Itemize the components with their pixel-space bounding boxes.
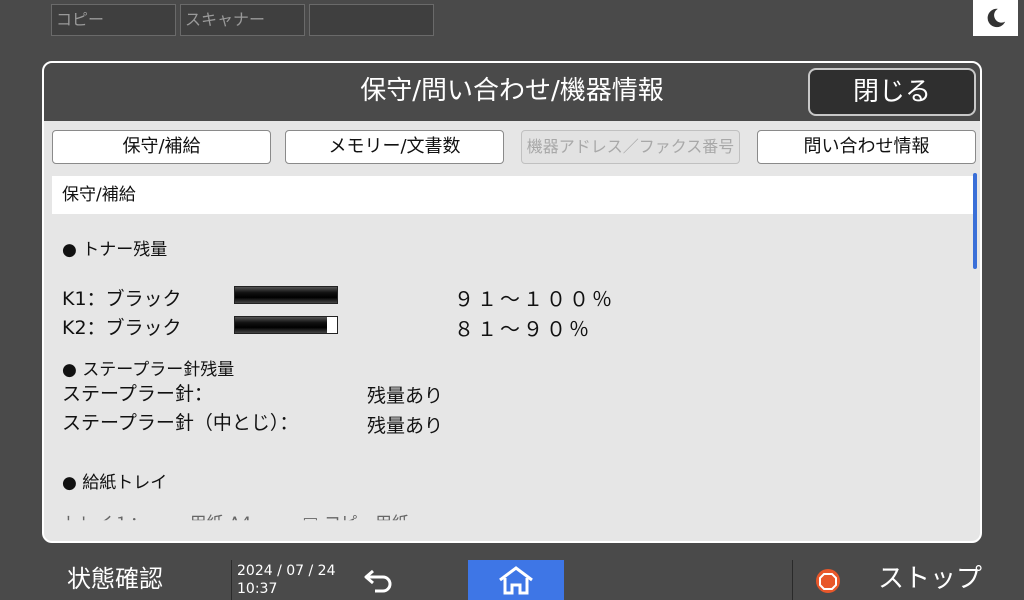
tray-row-partial: トレイ１： 用紙 A4 □ コピー用紙 <box>62 514 409 534</box>
moon-icon <box>987 8 1005 28</box>
date-text: 2024 / 07 / 24 <box>237 563 336 579</box>
saddle-staple-value: 残量あり <box>367 415 444 437</box>
top-bar: コピー スキャナー <box>0 0 1024 40</box>
maintenance-dialog: 保守/問い合わせ/機器情報 閉じる 保守/補給 メモリー/文書数 機器アドレス／… <box>42 61 982 543</box>
toner-k1-label: K1：ブラック <box>62 288 182 310</box>
toner-heading: ● トナー残量 <box>62 240 168 260</box>
tab-scanner[interactable]: スキャナー <box>180 4 305 36</box>
tab-empty[interactable] <box>309 4 434 36</box>
staple-label: ステープラー針： <box>62 383 213 405</box>
back-button[interactable] <box>355 560 405 600</box>
time-text: 10:37 <box>237 581 278 597</box>
home-button[interactable] <box>468 560 564 600</box>
bottom-bar: 状態確認 2024 / 07 / 24 10:37 ストップ <box>0 560 1024 600</box>
tab-maintenance-supply[interactable]: 保守/補給 <box>52 130 271 164</box>
toner-k1-fill <box>235 287 337 303</box>
close-button[interactable]: 閉じる <box>808 68 976 116</box>
tab-machine-address: 機器アドレス／ファクス番号 <box>521 130 740 164</box>
section-title: 保守/補給 <box>52 176 975 214</box>
tab-inquiry-info[interactable]: 問い合わせ情報 <box>757 130 976 164</box>
tray-heading: ● 給紙トレイ <box>62 473 168 493</box>
toner-k1-range: ９１～１００％ <box>454 287 615 311</box>
toner-k2-bar <box>234 316 338 334</box>
tab-memory-documents[interactable]: メモリー/文書数 <box>285 130 504 164</box>
tab-copy[interactable]: コピー <box>51 4 176 36</box>
back-arrow-icon <box>364 569 392 593</box>
divider <box>231 560 232 600</box>
toner-k2-fill <box>235 317 327 333</box>
home-icon <box>499 566 533 595</box>
staple-heading: ● ステープラー針残量 <box>62 360 235 380</box>
divider <box>792 560 793 600</box>
toner-k2-range: ８１～９０％ <box>454 317 592 341</box>
toner-k1-bar <box>234 286 338 304</box>
stop-icon[interactable] <box>815 568 841 594</box>
date-time: 2024 / 07 / 24 10:37 <box>237 562 336 598</box>
stop-button[interactable]: ストップ <box>878 560 982 598</box>
toner-k2-label: K2：ブラック <box>62 317 182 339</box>
energy-saver-button[interactable] <box>973 0 1018 36</box>
status-check-button[interactable]: 状態確認 <box>0 560 230 600</box>
scrollbar[interactable] <box>973 173 977 269</box>
staple-value: 残量あり <box>367 385 444 407</box>
saddle-staple-label: ステープラー針（中とじ）： <box>62 412 299 434</box>
